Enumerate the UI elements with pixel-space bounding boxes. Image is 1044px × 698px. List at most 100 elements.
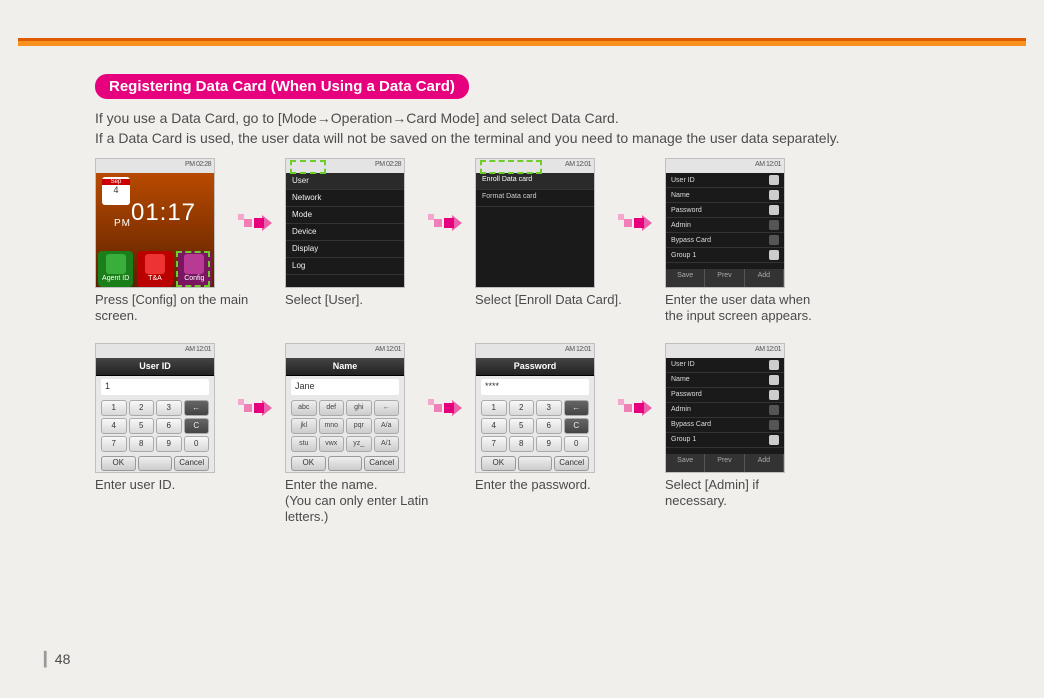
enroll-data-card-item[interactable]: Enroll Data card — [476, 173, 594, 190]
field-row[interactable]: Bypass Card — [666, 418, 784, 433]
key-6[interactable]: 6 — [536, 418, 562, 434]
intro-text: If you use a Data Card, go to [Mode→Oper… — [95, 109, 1024, 148]
key-6[interactable]: 6 — [156, 418, 182, 434]
key-4[interactable]: 4 — [101, 418, 127, 434]
field-row[interactable]: Bypass Card — [666, 233, 784, 248]
key-clear[interactable]: C — [184, 418, 210, 434]
key-2[interactable]: 2 — [509, 400, 535, 416]
cancel-button[interactable]: Cancel — [554, 456, 589, 471]
checkbox-icon — [769, 235, 779, 245]
cancel-button[interactable]: Cancel — [174, 456, 209, 471]
ok-button[interactable]: OK — [481, 456, 516, 471]
field-row[interactable]: User ID — [666, 173, 784, 188]
screenshot-form-admin: AM 12:01 User ID Name Password Admin Byp… — [665, 343, 785, 473]
field-row[interactable]: Name — [666, 373, 784, 388]
add-button[interactable]: Add — [745, 454, 784, 472]
menu-item[interactable]: Mode — [286, 207, 404, 224]
key[interactable]: pqr — [346, 418, 372, 434]
caption-1: Press [Config] on the main screen. — [95, 292, 250, 325]
field-row[interactable]: User ID — [666, 358, 784, 373]
key-9[interactable]: 9 — [536, 436, 562, 452]
caption-2: Select [User]. — [285, 292, 440, 308]
field-row[interactable]: Admin — [666, 218, 784, 233]
key-back[interactable]: ← — [184, 400, 210, 416]
arrow-icon — [618, 209, 652, 237]
field-row[interactable]: Name — [666, 188, 784, 203]
key-back[interactable]: ← — [564, 400, 590, 416]
key-1[interactable]: 1 — [481, 400, 507, 416]
field-row-admin[interactable]: Admin — [666, 403, 784, 418]
password-input[interactable]: **** — [481, 379, 589, 395]
format-data-card-item[interactable]: Format Data card — [476, 190, 594, 207]
screenshot-menu: PM 02:28 User Network Mode Device Displa… — [285, 158, 405, 288]
key[interactable]: ghi — [346, 400, 372, 416]
field-row[interactable]: Group 1 — [666, 433, 784, 448]
cancel-button[interactable]: Cancel — [364, 456, 399, 471]
menu-item[interactable]: Device — [286, 224, 404, 241]
arrow-icon — [618, 394, 652, 422]
menu-item-user[interactable]: User — [286, 173, 404, 190]
arrow-icon — [238, 209, 272, 237]
content-area: Registering Data Card (When Using a Data… — [95, 74, 1024, 543]
arrow-icon — [428, 209, 462, 237]
userid-input[interactable]: 1 — [101, 379, 209, 395]
ok-button[interactable]: OK — [291, 456, 326, 471]
key-0[interactable]: 0 — [184, 436, 210, 452]
key-2[interactable]: 2 — [129, 400, 155, 416]
add-button[interactable]: Add — [745, 269, 784, 287]
screenshot-name: AM 12:01 Name Jane abc def ghi ← jkl mno… — [285, 343, 405, 473]
checkbox-icon — [769, 220, 779, 230]
save-button[interactable]: Save — [666, 269, 705, 287]
menu-item[interactable]: Display — [286, 241, 404, 258]
key[interactable]: def — [319, 400, 345, 416]
caption-4: Enter the user data when the input scree… — [665, 292, 820, 325]
key[interactable]: mno — [319, 418, 345, 434]
key-8[interactable]: 8 — [509, 436, 535, 452]
key-3[interactable]: 3 — [156, 400, 182, 416]
key[interactable]: abc — [291, 400, 317, 416]
prev-button[interactable]: Prev — [705, 454, 744, 472]
prev-button[interactable]: Prev — [705, 269, 744, 287]
dropdown-icon — [769, 250, 779, 260]
numpad: 1 2 3 ← 4 5 6 C 7 8 9 0 — [96, 398, 214, 454]
bottom-bar: Save Prev Add — [666, 269, 784, 287]
field-row[interactable]: Password — [666, 388, 784, 403]
save-button[interactable]: Save — [666, 454, 705, 472]
ok-button[interactable]: OK — [101, 456, 136, 471]
key[interactable]: vwx — [319, 436, 345, 452]
blank-button[interactable] — [138, 456, 173, 471]
arrow-icon — [238, 394, 272, 422]
key-5[interactable]: 5 — [509, 418, 535, 434]
key-4[interactable]: 4 — [481, 418, 507, 434]
step-4: AM 12:01 User ID Name Password Admin Byp… — [665, 158, 795, 325]
key-5[interactable]: 5 — [129, 418, 155, 434]
key-clear[interactable]: C — [564, 418, 590, 434]
edit-icon — [769, 375, 779, 385]
menu-item[interactable]: Network — [286, 190, 404, 207]
key-3[interactable]: 3 — [536, 400, 562, 416]
key-0[interactable]: 0 — [564, 436, 590, 452]
key-1[interactable]: 1 — [101, 400, 127, 416]
tna-button[interactable]: T&A — [137, 251, 172, 287]
key-8[interactable]: 8 — [129, 436, 155, 452]
step-8: AM 12:01 User ID Name Password Admin Byp… — [665, 343, 795, 510]
key-9[interactable]: 9 — [156, 436, 182, 452]
key[interactable]: yz_ — [346, 436, 372, 452]
field-row[interactable]: Group 1 — [666, 248, 784, 263]
key-mode[interactable]: A/1 — [374, 436, 400, 452]
name-input[interactable]: Jane — [291, 379, 399, 395]
key-case[interactable]: A/a — [374, 418, 400, 434]
blank-button[interactable] — [518, 456, 553, 471]
key-7[interactable]: 7 — [101, 436, 127, 452]
blank-button[interactable] — [328, 456, 363, 471]
key-back[interactable]: ← — [374, 400, 400, 416]
key[interactable]: stu — [291, 436, 317, 452]
highlight-user — [290, 160, 326, 174]
key-7[interactable]: 7 — [481, 436, 507, 452]
screenshot-enroll: AM 12:01 Enroll Data card Format Data ca… — [475, 158, 595, 288]
caption-8: Select [Admin] if necessary. — [665, 477, 820, 510]
key[interactable]: jkl — [291, 418, 317, 434]
field-row[interactable]: Password — [666, 203, 784, 218]
menu-item[interactable]: Log — [286, 258, 404, 275]
agent-id-button[interactable]: Agent ID — [98, 251, 133, 287]
